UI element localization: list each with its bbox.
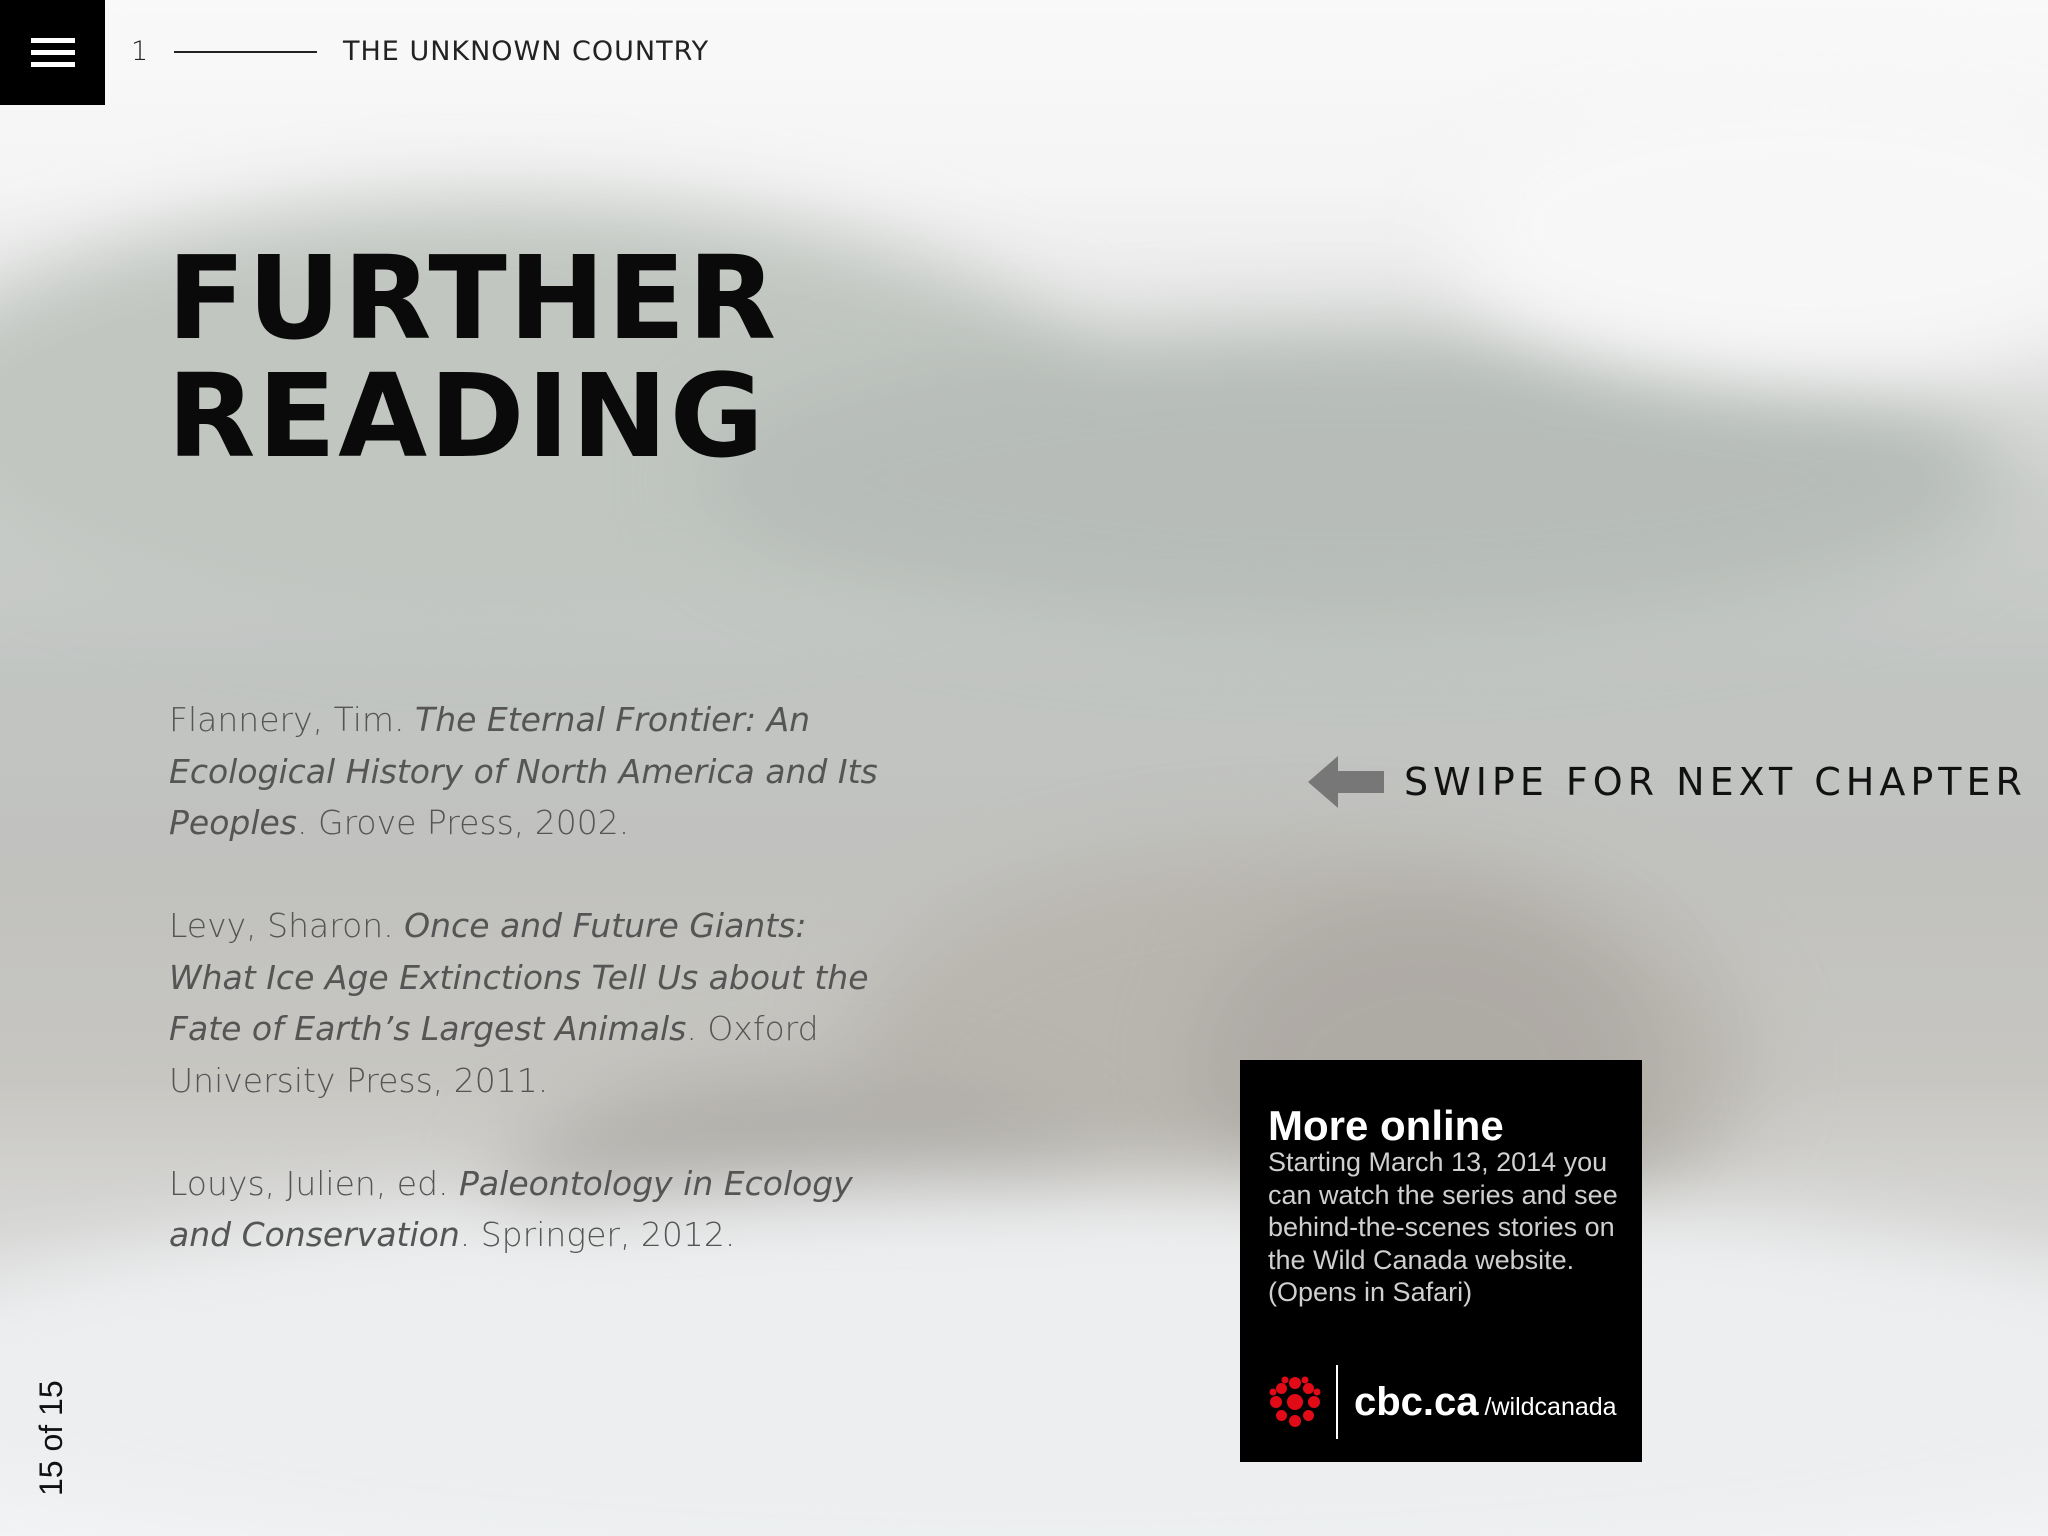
reference-author: Levy, Sharon. [169, 906, 405, 945]
swipe-next-chapter[interactable]: SWIPE FOR NEXT CHAPTER [1308, 756, 2027, 808]
logo-divider [1336, 1365, 1338, 1439]
menu-button[interactable] [0, 0, 105, 105]
reference-item: Louys, Julien, ed. Paleontology in Ecolo… [169, 1158, 889, 1261]
page-title: FURTHER READING [167, 240, 778, 476]
reference-item: Flannery, Tim. The Eternal Frontier: An … [169, 694, 889, 849]
page-title-line1: FURTHER [167, 232, 779, 366]
reference-item: Levy, Sharon. Once and Future Giants: Wh… [169, 900, 889, 1106]
arrow-left-icon [1308, 756, 1384, 808]
promo-site: cbc.ca [1354, 1379, 1479, 1424]
book-title: THE UNKNOWN COUNTRY [343, 36, 710, 67]
reference-list: Flannery, Tim. The Eternal Frontier: An … [169, 694, 889, 1312]
swipe-label: SWIPE FOR NEXT CHAPTER [1404, 760, 2027, 804]
cbc-logo[interactable]: cbc.ca /wildcanada [1268, 1365, 1617, 1439]
reference-author: Louys, Julien, ed. [169, 1163, 460, 1203]
more-online-card[interactable]: More online Starting March 13, 2014 you … [1240, 1060, 1642, 1462]
promo-title: More online [1268, 1102, 1504, 1149]
page-title-line2: READING [167, 350, 766, 484]
reference-publisher: . Springer, 2012. [459, 1215, 736, 1254]
reference-publisher: . Grove Press, 2002. [297, 803, 630, 842]
promo-body: Starting March 13, 2014 you can watch th… [1268, 1147, 1618, 1307]
cbc-gem-icon [1269, 1376, 1321, 1427]
reference-author: Flannery, Tim. [169, 700, 416, 739]
page-indicator: 15 of 15 [33, 1380, 69, 1496]
breadcrumb-divider [174, 51, 317, 53]
promo-path: /wildcanada [1484, 1392, 1617, 1421]
hamburger-menu-icon [30, 31, 75, 74]
chapter-number: 1 [131, 36, 149, 67]
